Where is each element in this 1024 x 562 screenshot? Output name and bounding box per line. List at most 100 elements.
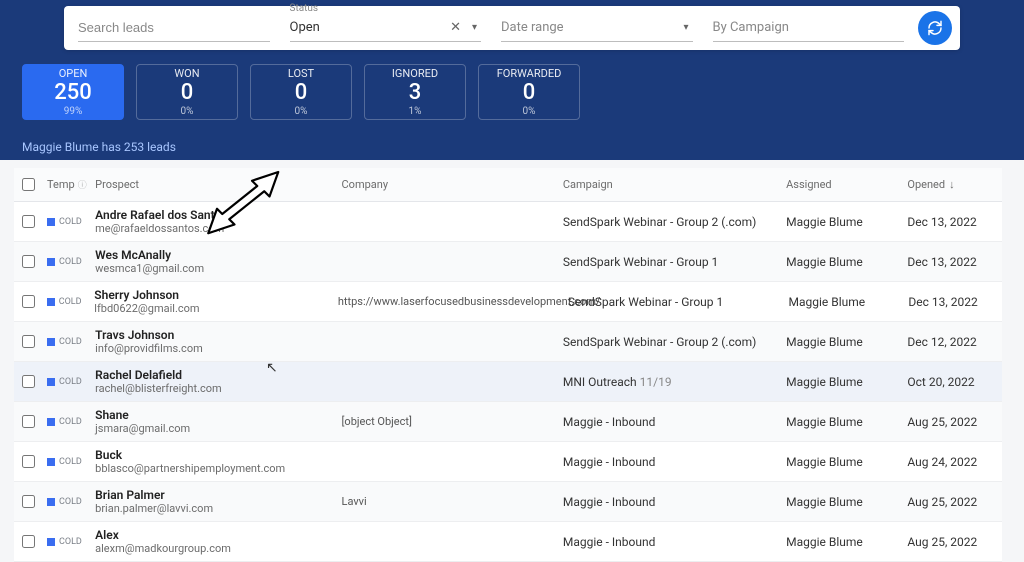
table-row[interactable]: COLDShanejsmara@gmail.com[object Object]… <box>14 402 1002 442</box>
table-row[interactable]: COLDSherry Johnsonlfbd0622@gmail.comhttp… <box>14 282 1002 322</box>
prospect-email: alexm@madkourgroup.com <box>95 542 341 555</box>
select-all-checkbox[interactable] <box>22 178 35 191</box>
search-field[interactable] <box>78 14 270 42</box>
campaign-cell: Maggie - Inbound <box>563 415 786 429</box>
table-row[interactable]: COLD Andre Rafael dos Santosme@rafaeldoss… <box>14 202 1002 242</box>
stat-card-won[interactable]: WON00% <box>136 64 238 120</box>
stats-row: OPEN25099%WON00%LOST00%IGNORED31%FORWARD… <box>22 64 580 120</box>
stat-label: WON <box>174 67 199 80</box>
prospect-email: bblasco@partnershipemployment.com <box>95 462 341 475</box>
prospect-email: jsmara@gmail.com <box>95 422 341 435</box>
opened-cell: Dec 13, 2022 <box>908 295 994 309</box>
campaign-placeholder: By Campaign <box>713 20 905 35</box>
col-opened[interactable]: Opened ↓ <box>907 178 994 191</box>
row-checkbox[interactable] <box>22 215 35 228</box>
stat-percent: 0% <box>181 106 194 117</box>
prospect-email: brian.palmer@lavvi.com <box>95 502 341 515</box>
stat-card-open[interactable]: OPEN25099% <box>22 64 124 120</box>
stat-label: FORWARDED <box>497 67 562 80</box>
table-body: COLD Andre Rafael dos Santosme@rafaeldoss… <box>14 202 1002 562</box>
date-range-field[interactable]: Date range ▾ <box>501 14 693 42</box>
table-row[interactable]: COLDRachel Delafieldrachel@blisterfreigh… <box>14 362 1002 402</box>
stat-label: LOST <box>288 67 314 80</box>
table-row[interactable]: COLDTravs Johnsoninfo@providfilms.comSen… <box>14 322 1002 362</box>
row-checkbox[interactable] <box>22 535 35 548</box>
campaign-field[interactable]: By Campaign <box>713 14 905 42</box>
campaign-cell: SendSpark Webinar - Group 1 <box>568 295 789 309</box>
col-prospect[interactable]: Prospect <box>95 178 341 191</box>
stat-card-ignored[interactable]: IGNORED 3 1% <box>364 64 466 120</box>
prospect-email: lfbd0622@gmail.com <box>94 302 338 315</box>
temp-chip: COLD <box>47 457 82 467</box>
col-campaign[interactable]: Campaign <box>563 178 786 191</box>
refresh-button[interactable] <box>918 11 952 45</box>
opened-cell: Dec 12, 2022 <box>907 335 994 349</box>
campaign-cell: SendSpark Webinar - Group 2 (.com) <box>563 335 786 349</box>
stat-value: 250 <box>54 82 92 104</box>
opened-cell: Dec 13, 2022 <box>907 255 994 269</box>
row-checkbox[interactable] <box>22 335 35 348</box>
stat-percent: 0% <box>295 106 308 117</box>
prospect-email: info@providfilms.com <box>95 342 341 355</box>
campaign-cell: MNI Outreach 11/19 <box>563 375 786 389</box>
prospect-name: Travs Johnson <box>95 328 341 342</box>
row-checkbox[interactable] <box>22 375 35 388</box>
assigned-cell: Maggie Blume <box>789 295 909 309</box>
temp-chip: COLD <box>47 537 82 547</box>
campaign-cell: Maggie - Inbound <box>563 535 786 549</box>
stat-label: OPEN <box>59 67 88 80</box>
assigned-cell: Maggie Blume <box>786 415 907 429</box>
row-checkbox[interactable] <box>22 295 35 308</box>
sort-desc-icon: ↓ <box>949 178 955 191</box>
assigned-cell: Maggie Blume <box>786 255 907 269</box>
opened-cell: Aug 24, 2022 <box>907 455 994 469</box>
col-temp[interactable]: Temp <box>47 178 75 191</box>
stat-label: IGNORED <box>392 67 438 80</box>
prospect-email: me@rafaeldossantos.com <box>95 222 341 235</box>
table-row[interactable]: COLD Wes McAnallywesmca1@gmail.com SendSpa… <box>14 242 1002 282</box>
info-icon[interactable]: ⓘ <box>78 178 87 191</box>
prospect-email: wesmca1@gmail.com <box>95 262 341 275</box>
temp-chip: COLD <box>47 297 82 307</box>
campaign-cell: SendSpark Webinar - Group 2 (.com) <box>563 215 786 229</box>
stat-value: 0 <box>523 82 536 104</box>
prospect-name: Sherry Johnson <box>94 288 338 302</box>
search-input[interactable] <box>78 20 270 35</box>
row-checkbox[interactable] <box>22 415 35 428</box>
prospect-name: Andre Rafael dos Santos <box>95 208 341 222</box>
clear-status-icon[interactable]: ✕ <box>450 20 461 35</box>
campaign-cell: Maggie - Inbound <box>563 455 786 469</box>
assigned-cell: Maggie Blume <box>786 535 907 549</box>
stat-percent: 0% <box>523 106 536 117</box>
temp-chip: COLD <box>47 257 82 267</box>
status-field[interactable]: Status Open ▾ ✕ <box>290 14 482 42</box>
prospect-name: Buck <box>95 448 341 462</box>
table-header: Temp ⓘ Prospect Company Campaign Assigne… <box>14 168 1002 202</box>
opened-cell: Oct 20, 2022 <box>907 375 994 389</box>
stat-card-lost[interactable]: LOST 0 0% <box>250 64 352 120</box>
row-checkbox[interactable] <box>22 455 35 468</box>
prospect-name: Wes McAnally <box>95 248 341 262</box>
opened-cell: Dec 13, 2022 <box>907 215 994 229</box>
opened-cell: Aug 25, 2022 <box>907 535 994 549</box>
prospect-email: rachel@blisterfreight.com <box>95 382 341 395</box>
temp-chip: COLD <box>47 217 82 227</box>
stat-value: 3 <box>409 82 422 104</box>
col-assigned[interactable]: Assigned <box>786 178 907 191</box>
stat-card-forwarded[interactable]: FORWARDED 0 0% <box>478 64 580 120</box>
temp-chip: COLD <box>47 377 82 387</box>
prospect-name: Alex <box>95 528 341 542</box>
assigned-cell: Maggie Blume <box>786 215 907 229</box>
table-row[interactable]: COLD Buckbblasco@partnershipemployment.co… <box>14 442 1002 482</box>
assigned-cell: Maggie Blume <box>786 375 907 389</box>
company-cell: [object Object] <box>342 415 563 428</box>
row-checkbox[interactable] <box>22 255 35 268</box>
date-range-placeholder: Date range <box>501 20 693 35</box>
table-row[interactable]: COLD Alexalexm@madkourgroup.com Maggie - I… <box>14 522 1002 562</box>
prospect-name: Brian Palmer <box>95 488 341 502</box>
stat-value: 0 <box>295 82 308 104</box>
col-company[interactable]: Company <box>342 178 563 191</box>
stat-percent: 1% <box>409 106 422 117</box>
campaign-cell: SendSpark Webinar - Group 1 <box>563 255 786 269</box>
table-row[interactable]: COLDBrian Palmerbrian.palmer@lavvi.comLa… <box>14 482 1002 522</box>
